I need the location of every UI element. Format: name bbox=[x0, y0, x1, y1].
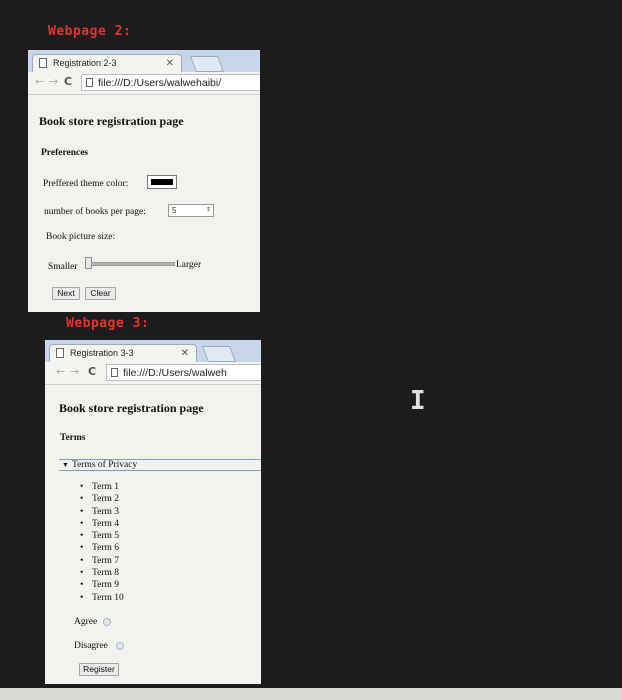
picture-size-slider[interactable] bbox=[85, 262, 175, 266]
list-item: Term 7 bbox=[80, 555, 124, 567]
page-icon bbox=[86, 78, 93, 87]
color-fill bbox=[151, 179, 173, 185]
list-item: Term 5 bbox=[80, 530, 124, 542]
forward-arrow-icon[interactable]: → bbox=[49, 75, 58, 88]
agree-label: Agree bbox=[74, 617, 98, 627]
slider-thumb[interactable] bbox=[85, 257, 92, 269]
list-item: Term 1 bbox=[80, 481, 124, 493]
tab-registration-2-3[interactable]: Registration 2-3 ✕ bbox=[32, 54, 182, 72]
tab-title: Registration 3-3 bbox=[70, 348, 134, 358]
close-icon[interactable]: ✕ bbox=[166, 55, 174, 72]
address-bar[interactable]: file:///D:/Users/walwehaibi/ bbox=[81, 74, 260, 91]
section-heading-preferences: Preferences bbox=[41, 148, 89, 158]
page-icon bbox=[111, 368, 118, 377]
new-tab-button[interactable] bbox=[202, 346, 236, 362]
reload-icon[interactable]: C bbox=[88, 365, 96, 378]
webpage-2-label: Webpage 2: bbox=[48, 24, 132, 39]
picture-size-label: Book picture size: bbox=[46, 232, 116, 242]
reload-icon[interactable]: C bbox=[64, 75, 72, 88]
url-text: file:///D:/Users/walwehaibi/ bbox=[98, 77, 222, 89]
slider-min-label: Smaller bbox=[48, 262, 78, 272]
browser-window-3: Registration 3-3 ✕ ← → C file:///D:/User… bbox=[45, 340, 261, 684]
theme-color-input[interactable] bbox=[147, 175, 177, 189]
text-cursor-icon: I bbox=[410, 386, 426, 416]
close-icon[interactable]: ✕ bbox=[181, 345, 189, 362]
disagree-label: Disagree bbox=[74, 641, 108, 651]
list-item: Term 10 bbox=[80, 592, 124, 604]
terms-of-privacy-summary[interactable]: ▼ Terms of Privacy bbox=[59, 459, 261, 471]
slider-max-label: Larger bbox=[176, 260, 202, 270]
list-item: Term 8 bbox=[80, 567, 124, 579]
page-icon bbox=[56, 348, 64, 358]
tab-bar: Registration 2-3 ✕ bbox=[28, 50, 260, 72]
address-bar[interactable]: file:///D:/Users/walweh bbox=[106, 364, 261, 381]
list-item: Term 3 bbox=[80, 506, 124, 518]
books-per-page-input[interactable]: 5 ⇕ bbox=[168, 204, 214, 217]
tab-registration-3-3[interactable]: Registration 3-3 ✕ bbox=[49, 344, 197, 362]
url-text: file:///D:/Users/walweh bbox=[123, 367, 227, 379]
books-per-page-label: number of books per page: bbox=[44, 207, 146, 217]
section-heading-terms: Terms bbox=[60, 433, 86, 443]
list-item: Term 4 bbox=[80, 518, 124, 530]
webpage-3-label: Webpage 3: bbox=[66, 316, 150, 331]
tab-bar: Registration 3-3 ✕ bbox=[45, 340, 261, 362]
tab-title: Registration 2-3 bbox=[53, 58, 117, 68]
clear-button[interactable]: Clear bbox=[85, 287, 116, 300]
photo-edge bbox=[0, 688, 622, 700]
disagree-radio[interactable] bbox=[116, 642, 124, 650]
disclosure-triangle-icon: ▼ bbox=[62, 461, 69, 469]
browser-window-2: Registration 2-3 ✕ ← → C file:///D:/User… bbox=[28, 50, 260, 312]
theme-color-label: Preffered theme color: bbox=[43, 179, 129, 189]
register-button[interactable]: Register bbox=[79, 663, 119, 676]
page-title: Book store registration page bbox=[39, 114, 184, 128]
back-arrow-icon[interactable]: ← bbox=[35, 75, 44, 88]
page-title: Book store registration page bbox=[59, 401, 204, 415]
list-item: Term 9 bbox=[80, 579, 124, 591]
forward-arrow-icon[interactable]: → bbox=[70, 365, 79, 378]
page-icon bbox=[39, 58, 47, 68]
new-tab-button[interactable] bbox=[190, 56, 224, 72]
browser-toolbar: ← → C file:///D:/Users/walwehaibi/ bbox=[28, 72, 260, 95]
spinner-icon[interactable]: ⇕ bbox=[205, 206, 212, 215]
back-arrow-icon[interactable]: ← bbox=[56, 365, 65, 378]
browser-toolbar: ← → C file:///D:/Users/walweh bbox=[45, 362, 261, 385]
list-item: Term 2 bbox=[80, 493, 124, 505]
terms-list: Term 1 Term 2 Term 3 Term 4 Term 5 Term … bbox=[80, 481, 124, 604]
agree-radio[interactable] bbox=[103, 618, 111, 626]
details-summary-label: Terms of Privacy bbox=[71, 460, 138, 470]
books-per-page-value: 5 bbox=[172, 206, 177, 215]
list-item: Term 6 bbox=[80, 542, 124, 554]
next-button[interactable]: Next bbox=[52, 287, 80, 300]
